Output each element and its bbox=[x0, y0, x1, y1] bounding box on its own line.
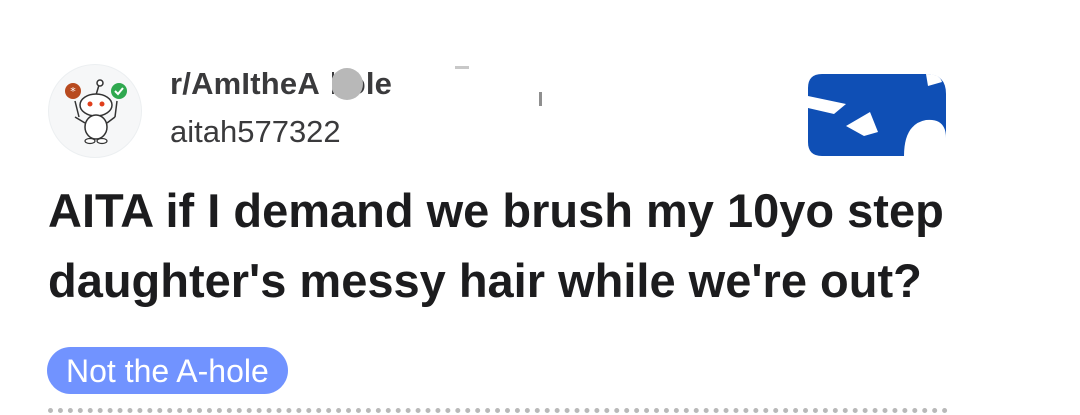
post-body-preview bbox=[48, 404, 948, 415]
redaction-mark bbox=[331, 68, 363, 100]
post-title[interactable]: AITA if I demand we brush my 10yo step d… bbox=[48, 176, 1058, 316]
redaction-mark bbox=[322, 66, 332, 100]
redaction-mark bbox=[451, 64, 475, 102]
post-flair-badge[interactable]: Not the A-hole bbox=[47, 347, 288, 394]
svg-text:*: * bbox=[70, 85, 76, 98]
subreddit-avatar[interactable]: * bbox=[48, 64, 142, 158]
join-button[interactable] bbox=[808, 74, 946, 156]
redaction-mark bbox=[539, 92, 542, 106]
redaction-mark bbox=[455, 66, 469, 69]
post-card: * r/AmItheA hole aitah577322 AITA if I d… bbox=[0, 0, 1080, 415]
snoo-mascot-icon: * bbox=[65, 79, 127, 145]
author-username[interactable]: aitah577322 bbox=[170, 114, 341, 150]
join-badge-icon bbox=[808, 74, 946, 156]
